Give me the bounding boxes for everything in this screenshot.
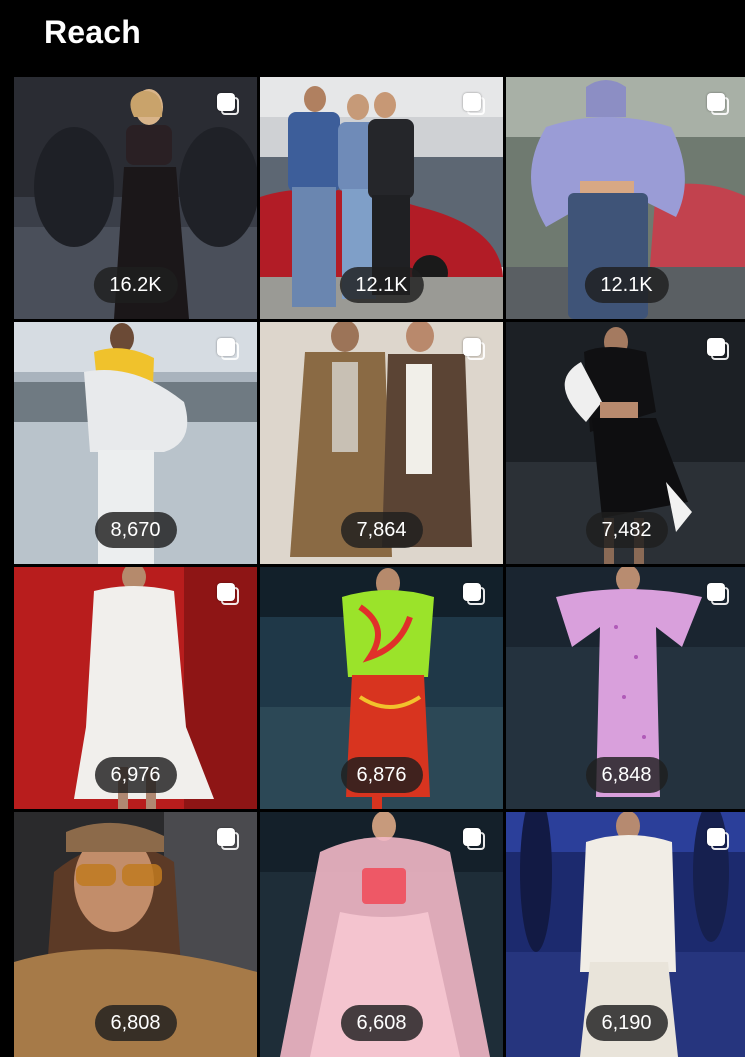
reach-count-badge: 7,864 <box>340 512 423 548</box>
multiple-images-icon <box>463 93 487 117</box>
multiple-images-icon <box>463 338 487 362</box>
multiple-images-icon <box>217 338 241 362</box>
reach-count-badge: 7,482 <box>585 512 668 548</box>
post-tile[interactable]: 6,848 <box>506 567 745 809</box>
reach-count-badge: 6,808 <box>94 1005 177 1041</box>
post-tile[interactable]: 6,190 <box>506 812 745 1057</box>
multiple-images-icon <box>217 583 241 607</box>
page-title: Reach <box>44 14 142 50</box>
reach-count-badge: 8,670 <box>94 512 177 548</box>
post-tile[interactable]: 6,808 <box>14 812 257 1057</box>
post-tile[interactable]: 7,482 <box>506 322 745 564</box>
multiple-images-icon <box>463 583 487 607</box>
post-tile[interactable]: 6,876 <box>260 567 503 809</box>
reach-count-badge: 12.1K <box>339 267 424 303</box>
reach-count-badge: 6,876 <box>340 757 423 793</box>
multiple-images-icon <box>707 338 731 362</box>
multiple-images-icon <box>707 93 731 117</box>
reach-count-badge: 6,848 <box>585 757 668 793</box>
multiple-images-icon <box>463 828 487 852</box>
posts-grid: 16.2K 12.1K 12.1K 8,670 7,864 7,482 6,97… <box>14 77 745 1057</box>
post-tile[interactable]: 7,864 <box>260 322 503 564</box>
post-tile[interactable]: 8,670 <box>14 322 257 564</box>
reach-count-badge: 12.1K <box>584 267 669 303</box>
reach-count-badge: 6,976 <box>94 757 177 793</box>
multiple-images-icon <box>707 828 731 852</box>
post-tile[interactable]: 6,608 <box>260 812 503 1057</box>
multiple-images-icon <box>217 93 241 117</box>
reach-count-badge: 6,608 <box>340 1005 423 1041</box>
reach-count-badge: 6,190 <box>585 1005 668 1041</box>
reach-count-badge: 16.2K <box>93 267 178 303</box>
multiple-images-icon <box>707 583 731 607</box>
multiple-images-icon <box>217 828 241 852</box>
post-tile[interactable]: 12.1K <box>260 77 503 319</box>
header: Reach <box>0 0 745 76</box>
post-tile[interactable]: 6,976 <box>14 567 257 809</box>
post-tile[interactable]: 12.1K <box>506 77 745 319</box>
post-tile[interactable]: 16.2K <box>14 77 257 319</box>
